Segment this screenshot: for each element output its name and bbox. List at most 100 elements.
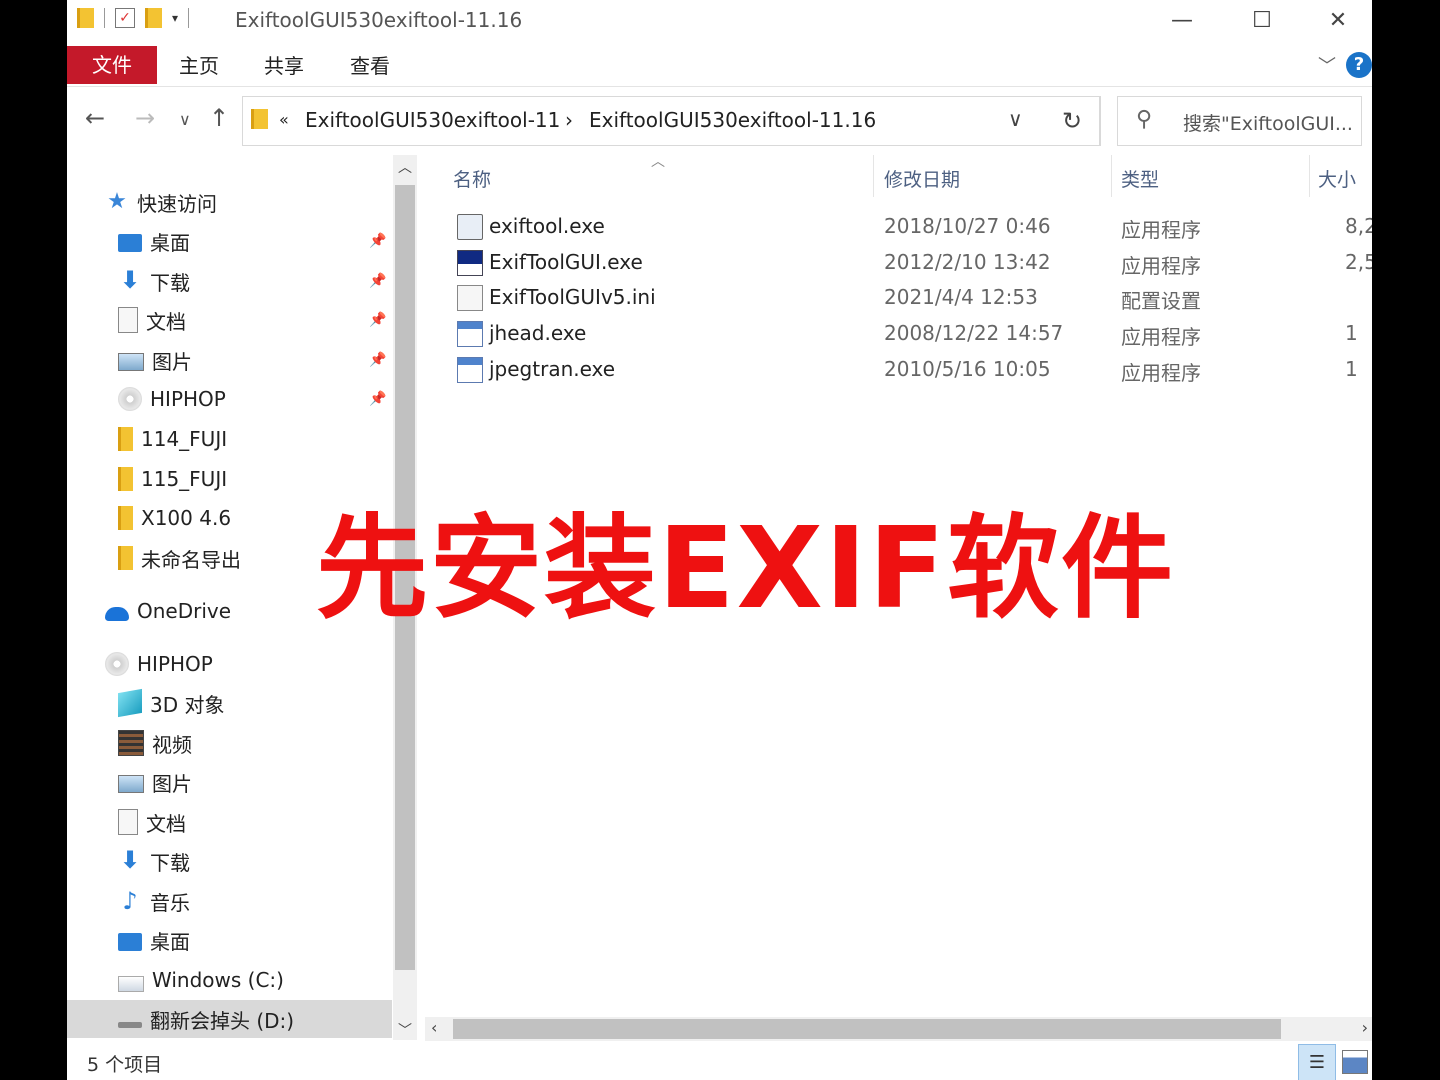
file-row[interactable]: jpegtran.exe 2010/5/16 10:05 应用程序 1 — [425, 352, 1372, 388]
desktop-icon — [118, 932, 142, 951]
file-size: 2,5 — [1345, 250, 1372, 274]
file-size: 1 — [1345, 357, 1358, 381]
document-icon — [118, 307, 138, 333]
breadcrumb-item[interactable]: ExiftoolGUI530exiftool-11.16 — [589, 108, 876, 132]
pictures-icon — [118, 775, 144, 793]
file-date: 2012/2/10 13:42 — [884, 250, 1051, 274]
tab-home[interactable]: 主页 — [179, 46, 219, 84]
recent-locations-chevron-icon[interactable]: ∨ — [179, 110, 191, 129]
exiftoolgui-exe-icon — [457, 250, 483, 276]
nav-item-videos[interactable]: 视频 — [67, 724, 392, 762]
up-arrow-icon[interactable]: ↑ — [209, 104, 229, 132]
pin-icon[interactable]: 📌 — [369, 352, 386, 368]
search-box[interactable]: ⚲ 搜索"ExiftoolGUI... — [1117, 96, 1362, 146]
pin-icon[interactable]: 📌 — [369, 273, 386, 289]
minimize-button[interactable]: — — [1152, 0, 1212, 42]
file-size: 1 — [1345, 321, 1358, 345]
pictures-icon — [118, 353, 144, 371]
nav-item-music[interactable]: ♪ 音乐 — [67, 882, 392, 920]
nav-label: 桌面 — [150, 230, 190, 255]
column-header-name[interactable]: 名称 — [453, 165, 491, 192]
nav-item-hiphop-disc[interactable]: HIPHOP 📌 — [67, 380, 392, 418]
details-view-icon[interactable]: ☰ — [1298, 1044, 1336, 1080]
item-count: 5 个项目 — [87, 1054, 163, 1076]
breadcrumb-overflow[interactable]: « — [279, 110, 289, 129]
scroll-down-icon[interactable]: ﹀ — [393, 1020, 417, 1040]
scroll-left-icon[interactable]: ‹ — [431, 1018, 437, 1037]
pin-icon[interactable]: 📌 — [369, 233, 386, 249]
nav-label: 下载 — [150, 850, 190, 875]
back-arrow-icon[interactable]: ← — [85, 104, 105, 132]
file-name: ExifToolGUIv5.ini — [489, 285, 656, 309]
file-type: 配置设置 — [1121, 289, 1201, 313]
tab-share[interactable]: 共享 — [264, 46, 304, 84]
tab-view[interactable]: 查看 — [350, 46, 390, 84]
nav-item-downloads[interactable]: ⬇ 下载 — [67, 842, 392, 880]
nav-item-drive-d[interactable]: 翻新会掉头 (D:) — [67, 1000, 392, 1038]
nav-label: 115_FUJI — [141, 467, 228, 491]
nav-label: 文档 — [146, 811, 186, 836]
horizontal-scrollbar[interactable]: ‹ › — [425, 1017, 1372, 1041]
star-icon: ★ — [107, 189, 127, 214]
overlay-caption: 先安装EXIF软件 — [316, 504, 1176, 634]
expand-ribbon-icon[interactable]: ﹀ — [1318, 52, 1336, 78]
tab-file[interactable]: 文件 — [67, 46, 157, 84]
nav-label: 文档 — [146, 309, 186, 334]
file-row[interactable]: ExifToolGUI.exe 2012/2/10 13:42 应用程序 2,5 — [425, 245, 1372, 281]
folder-icon — [251, 109, 268, 129]
large-icons-view-icon[interactable] — [1342, 1050, 1368, 1074]
file-size: 8,2 — [1345, 214, 1372, 238]
nav-label: HIPHOP — [150, 387, 226, 411]
new-folder-icon[interactable] — [145, 8, 162, 28]
pin-icon[interactable]: 📌 — [369, 312, 386, 328]
file-date: 2008/12/22 14:57 — [884, 321, 1064, 345]
file-date: 2018/10/27 0:46 — [884, 214, 1051, 238]
file-row[interactable]: jhead.exe 2008/12/22 14:57 应用程序 1 — [425, 316, 1372, 352]
nav-item-downloads[interactable]: ⬇ 下载 📌 — [67, 262, 392, 300]
pin-icon[interactable]: 📌 — [369, 391, 386, 407]
nav-label: 114_FUJI — [141, 427, 228, 451]
maximize-button[interactable]: ☐ — [1232, 0, 1292, 42]
nav-item-desktop[interactable]: 桌面 — [67, 921, 392, 959]
column-divider[interactable] — [1309, 155, 1310, 197]
properties-icon[interactable]: ✓ — [115, 8, 135, 28]
close-button[interactable]: ✕ — [1308, 0, 1368, 42]
column-divider[interactable] — [873, 155, 874, 197]
nav-item-documents[interactable]: 文档 📌 — [67, 301, 392, 339]
windows-drive-icon — [118, 976, 144, 992]
customize-toolbar-icon[interactable]: ▾ — [172, 11, 178, 25]
nav-this-pc[interactable]: HIPHOP — [67, 645, 392, 683]
scrollbar-thumb[interactable] — [453, 1019, 1281, 1039]
file-row[interactable]: ExifToolGUIv5.ini 2021/4/4 12:53 配置设置 — [425, 280, 1372, 316]
search-icon: ⚲ — [1136, 107, 1153, 132]
nav-item-3d-objects[interactable]: 3D 对象 — [67, 684, 392, 722]
nav-quick-access[interactable]: ★ 快速访问 — [67, 183, 392, 221]
file-row[interactable]: exiftool.exe 2018/10/27 0:46 应用程序 8,2 — [425, 209, 1372, 245]
address-dropdown-chevron-icon[interactable]: ∨ — [1008, 107, 1023, 131]
ribbon-tabs: 文件 主页 共享 查看 ﹀ ? — [67, 46, 1372, 87]
search-placeholder: 搜索"ExiftoolGUI... — [1183, 113, 1353, 135]
breadcrumb-item[interactable]: ExiftoolGUI530exiftool-11 — [305, 108, 560, 132]
scroll-right-icon[interactable]: › — [1362, 1018, 1368, 1037]
nav-item-desktop[interactable]: 桌面 📌 — [67, 222, 392, 260]
help-icon[interactable]: ? — [1346, 52, 1372, 78]
address-bar[interactable]: « ExiftoolGUI530exiftool-11 › ExiftoolGU… — [242, 96, 1101, 146]
file-name: exiftool.exe — [489, 214, 605, 238]
column-header-size[interactable]: 大小 — [1318, 165, 1356, 192]
nav-item-pictures[interactable]: 图片 — [67, 763, 392, 801]
file-type: 应用程序 — [1121, 325, 1201, 349]
refresh-button[interactable]: ↻ — [1045, 96, 1100, 146]
nav-label: 下载 — [150, 270, 190, 295]
nav-label: 快速访问 — [137, 191, 217, 216]
breadcrumb-separator[interactable]: › — [565, 108, 573, 132]
nav-item-documents[interactable]: 文档 — [67, 803, 392, 841]
column-header-type[interactable]: 类型 — [1121, 165, 1159, 192]
nav-item-windows-c[interactable]: Windows (C:) — [67, 961, 392, 999]
scroll-up-icon[interactable]: ︿ — [393, 157, 417, 177]
column-divider[interactable] — [1111, 155, 1112, 197]
column-header-date[interactable]: 修改日期 — [884, 165, 960, 192]
forward-arrow-icon[interactable]: → — [135, 104, 155, 132]
nav-item-114-fuji[interactable]: 114_FUJI — [67, 420, 392, 458]
nav-label: X100 4.6 — [141, 506, 232, 530]
nav-item-pictures[interactable]: 图片 📌 — [67, 341, 392, 379]
